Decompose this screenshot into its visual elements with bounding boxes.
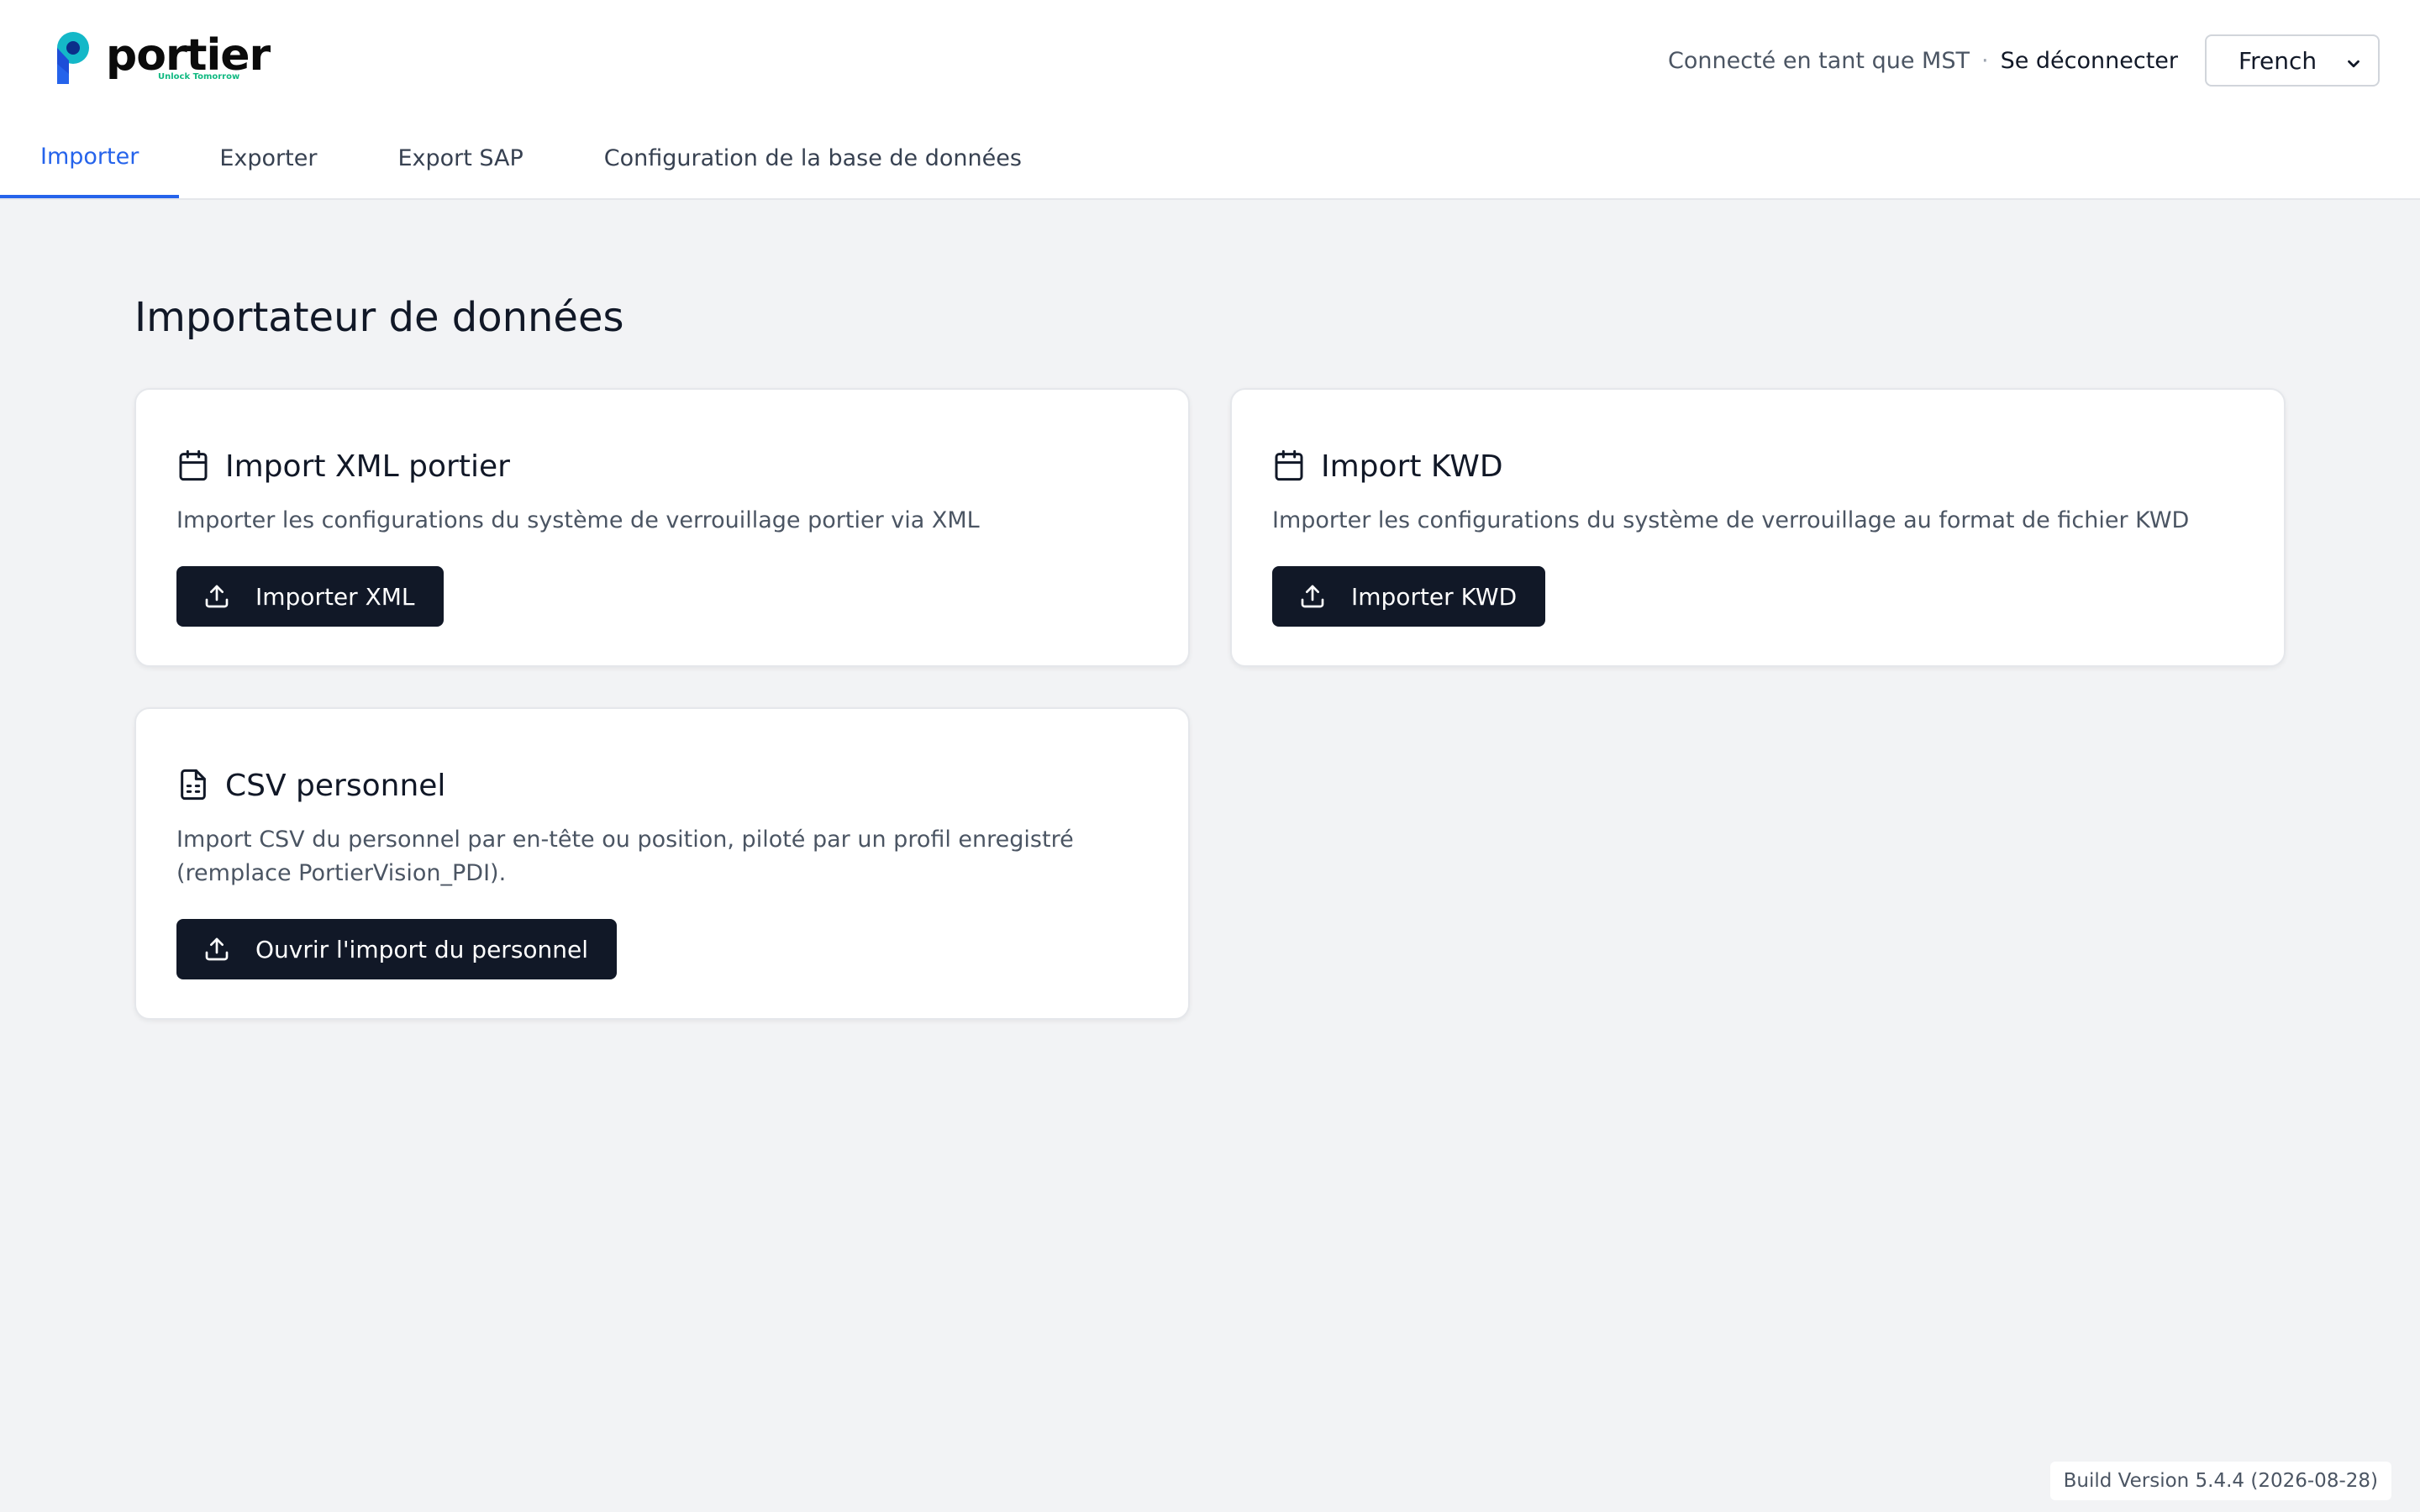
card-import-xml: Import XML portier Importer les configur…: [134, 388, 1190, 667]
tab-importer[interactable]: Importer: [0, 118, 180, 198]
main-tabs: Importer Exporter Export SAP Configurati…: [0, 118, 1062, 198]
top-header: portier Unlock Tomorrow Connecté en tant…: [0, 0, 2420, 200]
import-kwd-button[interactable]: Importer KWD: [1272, 566, 1546, 627]
button-label: Importer KWD: [1351, 582, 1518, 611]
card-import-kwd: Import KWD Importer les configurations d…: [1230, 388, 2286, 667]
language-select[interactable]: French: [2205, 34, 2380, 87]
portier-logo[interactable]: portier Unlock Tomorrow: [52, 30, 271, 89]
calendar-icon: [1272, 449, 1306, 486]
card-description: Importer les configurations du système d…: [1272, 507, 2190, 533]
button-label: Importer XML: [255, 582, 415, 611]
card-description: Import CSV du personnel par en-tête ou p…: [176, 827, 1074, 886]
logout-link[interactable]: Se déconnecter: [2001, 48, 2178, 74]
tab-database-configuration[interactable]: Configuration de la base de données: [564, 118, 1062, 198]
page-title: Importateur de données: [134, 294, 624, 341]
card-csv-personnel: CSV personnel Import CSV du personnel pa…: [134, 707, 1190, 1020]
button-label: Ouvrir l'import du personnel: [255, 935, 589, 963]
logged-in-as-label: Connecté en tant que MST: [1668, 47, 1970, 74]
language-selected-value: French: [2238, 46, 2317, 75]
user-area: Connecté en tant que MST · Se déconnecte…: [1668, 34, 2420, 87]
upload-icon: [1299, 583, 1326, 610]
import-xml-button[interactable]: Importer XML: [176, 566, 444, 627]
build-version: Build Version 5.4.4 (2026-08-28): [2049, 1462, 2391, 1500]
calendar-icon: [176, 449, 210, 486]
tab-exporter[interactable]: Exporter: [179, 118, 357, 198]
card-title: Import KWD: [1321, 449, 1503, 484]
card-description: Importer les configurations du système d…: [176, 507, 980, 533]
tab-export-sap[interactable]: Export SAP: [357, 118, 563, 198]
brand-tagline: Unlock Tomorrow: [158, 72, 240, 81]
upload-icon: [203, 936, 230, 963]
chevron-down-icon: [2344, 51, 2363, 79]
separator: ·: [1981, 47, 1989, 74]
open-personnel-import-button[interactable]: Ouvrir l'import du personnel: [176, 919, 618, 979]
card-title: CSV personnel: [225, 769, 446, 803]
portier-logo-mark-icon: [52, 30, 94, 86]
upload-icon: [203, 583, 230, 610]
card-title: Import XML portier: [225, 449, 510, 484]
file-spreadsheet-icon: [176, 768, 210, 805]
